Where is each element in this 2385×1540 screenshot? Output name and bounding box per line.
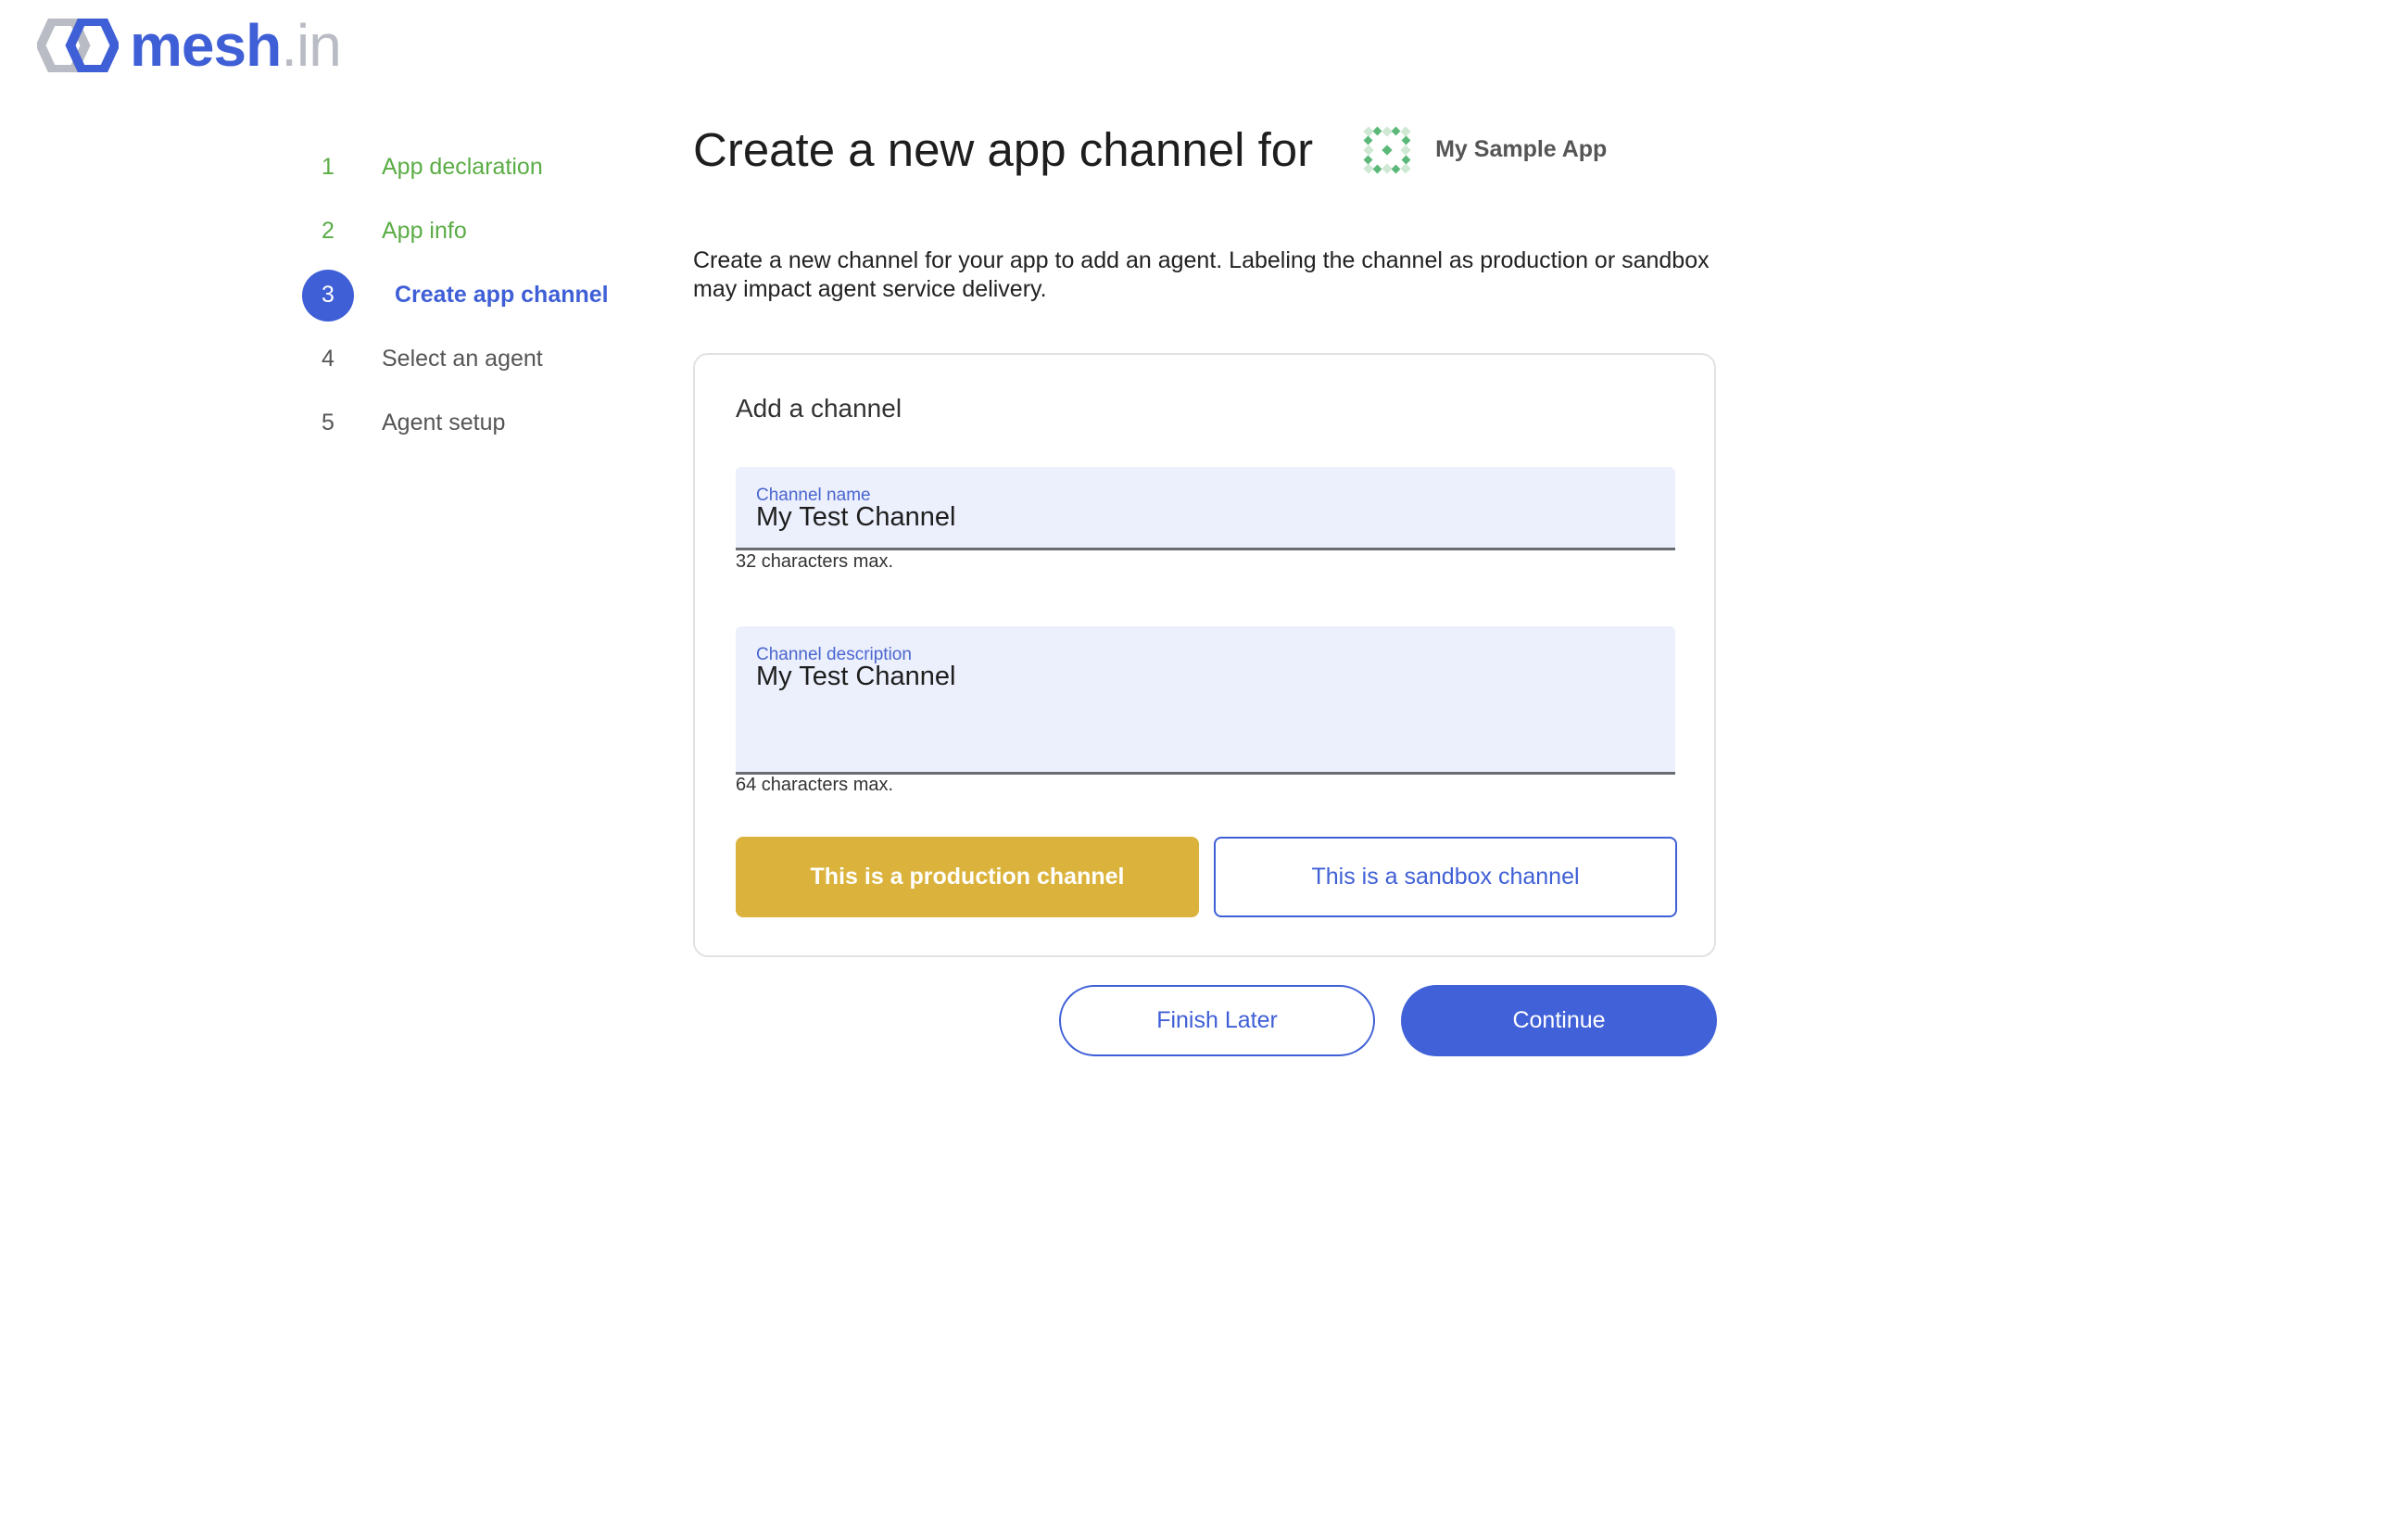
page-title: Create a new app channel for xyxy=(693,123,1314,176)
step-number: 5 xyxy=(322,410,334,435)
step-number: 4 xyxy=(322,346,334,372)
wizard-stepper: 1 App declaration 2 App info 3 Create ap… xyxy=(302,135,673,455)
finish-later-button[interactable]: Finish Later xyxy=(1059,985,1375,1056)
continue-button[interactable]: Continue xyxy=(1401,985,1717,1056)
card-title: Add a channel xyxy=(736,394,902,423)
brand-name-primary: mesh xyxy=(130,12,282,79)
channel-name-value[interactable]: My Test Channel xyxy=(756,502,955,533)
production-channel-button[interactable]: This is a production channel xyxy=(736,837,1199,917)
channel-name-hint: 32 characters max. xyxy=(736,551,894,572)
brand-wordmark: mesh.in xyxy=(130,16,342,75)
channel-name-field[interactable]: Channel name My Test Channel xyxy=(736,467,1675,550)
brand-name-secondary: .in xyxy=(281,12,342,79)
step-create-app-channel[interactable]: 3 Create app channel xyxy=(302,263,673,327)
step-app-declaration[interactable]: 1 App declaration xyxy=(302,135,673,199)
add-channel-card: Add a channel Channel name My Test Chann… xyxy=(693,353,1716,957)
sample-app-pattern-icon xyxy=(1363,125,1411,174)
step-select-an-agent[interactable]: 4 Select an agent xyxy=(302,327,673,391)
page-header: Create a new app channel for My Sample A… xyxy=(693,122,1607,177)
step-label: Select an agent xyxy=(382,346,543,372)
step-app-info[interactable]: 2 App info xyxy=(302,199,673,263)
intro-text: Create a new channel for your app to add… xyxy=(693,247,1710,302)
channel-description-value[interactable]: My Test Channel xyxy=(756,662,955,692)
app-name: My Sample App xyxy=(1435,136,1608,162)
step-number: 3 xyxy=(302,269,354,322)
brand-logo[interactable]: mesh.in xyxy=(37,13,342,78)
sandbox-channel-button[interactable]: This is a sandbox channel xyxy=(1214,837,1677,917)
step-number: 2 xyxy=(322,218,334,244)
step-agent-setup[interactable]: 5 Agent setup xyxy=(302,391,673,455)
step-label: Create app channel xyxy=(395,282,609,308)
channel-description-field[interactable]: Channel description My Test Channel xyxy=(736,626,1675,775)
step-label: App info xyxy=(382,218,467,244)
mesh-hexagon-logo-icon xyxy=(37,19,119,72)
step-label: Agent setup xyxy=(382,410,506,435)
channel-description-hint: 64 characters max. xyxy=(736,775,894,795)
step-number: 1 xyxy=(322,154,334,180)
page: mesh.in 1 App declaration 2 App info 3 C… xyxy=(0,0,2385,1540)
step-label: App declaration xyxy=(382,154,543,180)
